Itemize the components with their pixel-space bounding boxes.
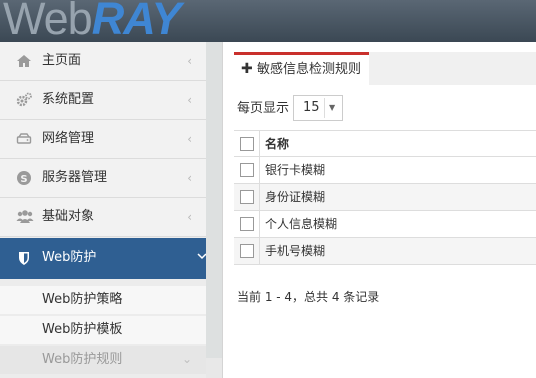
webray-logo: WebRAY	[3, 0, 182, 42]
caret-down-icon: ▼	[329, 103, 336, 112]
sidebar-subitem-label: Web防护策略	[42, 292, 123, 307]
sidebar-scrollbar[interactable]	[206, 42, 222, 358]
sidebar-item-web-protection[interactable]: Web防护	[0, 238, 222, 279]
hdd-icon	[16, 131, 32, 147]
users-icon	[16, 209, 34, 225]
table-row[interactable]: 身份证模糊	[234, 184, 536, 211]
sidebar-item-label: Web防护	[42, 250, 97, 265]
row-name: 身份证模糊	[265, 190, 326, 204]
pagination-info: 当前 1 - 4，总共 4 条记录	[237, 290, 380, 304]
sidebar-subitem-web-policy[interactable]: Web防护策略	[0, 286, 206, 314]
table-row[interactable]: 银行卡模糊	[234, 157, 536, 184]
column-divider	[259, 211, 260, 237]
chevron-left-icon: ‹	[187, 93, 192, 107]
chevron-left-icon: ‹	[187, 132, 192, 146]
plus-icon: ✚	[241, 61, 253, 77]
sidebar-item-system-config[interactable]: 系统配置 ‹	[0, 81, 206, 120]
tab-bar: ✚ 敏感信息检测规则	[234, 52, 536, 85]
sidebar-subitem-web-template[interactable]: Web防护模板	[0, 316, 206, 344]
column-divider	[259, 157, 260, 183]
sidebar-item-label: 基础对象	[42, 209, 95, 224]
sidebar-subitem-label: Web防护规则	[42, 352, 123, 367]
column-divider	[259, 238, 260, 264]
sidebar-subitem-label: Web防护模板	[42, 322, 123, 337]
chevron-down-icon: ⌄	[181, 352, 192, 366]
column-header-name: 名称	[265, 137, 290, 151]
select-all-checkbox[interactable]	[240, 137, 254, 151]
chevron-left-icon: ‹	[187, 210, 192, 224]
row-name: 手机号模糊	[265, 244, 326, 258]
gears-icon	[16, 92, 32, 108]
page-size-value: 15	[303, 100, 320, 115]
sidebar-item-network[interactable]: 网络管理 ‹	[0, 120, 206, 159]
logo-web-text: Web	[3, 0, 93, 42]
sidebar-scrollbar-track	[206, 358, 222, 378]
row-checkbox[interactable]	[240, 217, 254, 231]
sidebar-item-label: 服务器管理	[42, 170, 108, 185]
column-divider	[259, 131, 260, 156]
table-row[interactable]: 手机号模糊	[234, 238, 536, 265]
column-divider	[259, 184, 260, 210]
home-icon	[16, 53, 32, 69]
row-checkbox[interactable]	[240, 190, 254, 204]
table-row[interactable]: 个人信息模糊	[234, 211, 536, 238]
chevron-left-icon: ‹	[187, 54, 192, 68]
sidebar-item-label: 网络管理	[42, 131, 95, 146]
row-name: 银行卡模糊	[265, 163, 326, 177]
sidebar-item-base-objects[interactable]: 基础对象 ‹	[0, 198, 206, 237]
skype-icon: S	[16, 170, 32, 186]
row-checkbox[interactable]	[240, 244, 254, 258]
svg-text:S: S	[20, 174, 27, 185]
sidebar-subitem-web-rules[interactable]: Web防护规则 ⌄	[0, 346, 206, 374]
sidebar-item-server[interactable]: S 服务器管理 ‹	[0, 159, 206, 198]
sidebar-item-label: 系统配置	[42, 92, 95, 107]
app-header: WebRAY	[0, 0, 536, 42]
sidebar-item-label: 主页面	[42, 53, 82, 68]
sidebar: 主页面 ‹ 系统配置 ‹ 网络管理 ‹ S 服务器管理 ‹ 基础对象 ‹ Web…	[0, 42, 223, 378]
select-divider	[324, 98, 325, 118]
tab-sensitive-info-rules[interactable]: ✚ 敏感信息检测规则	[234, 52, 369, 85]
chevron-left-icon: ‹	[187, 171, 192, 185]
table-header-row: 名称	[234, 130, 536, 157]
row-name: 个人信息模糊	[265, 217, 338, 231]
page-size-label: 每页显示	[237, 101, 290, 116]
sidebar-item-home[interactable]: 主页面 ‹	[0, 42, 206, 81]
main-content: ✚ 敏感信息检测规则 每页显示 15 ▼ 名称 银行卡模糊 身份证模糊 个人信息…	[223, 42, 536, 378]
row-checkbox[interactable]	[240, 163, 254, 177]
logo-ray-text: RAY	[91, 0, 182, 42]
page-size-select[interactable]: 15 ▼	[293, 95, 343, 121]
tab-label: 敏感信息检测规则	[257, 62, 362, 77]
shield-icon	[16, 250, 32, 266]
rules-table: 名称 银行卡模糊 身份证模糊 个人信息模糊 手机号模糊	[234, 130, 536, 265]
